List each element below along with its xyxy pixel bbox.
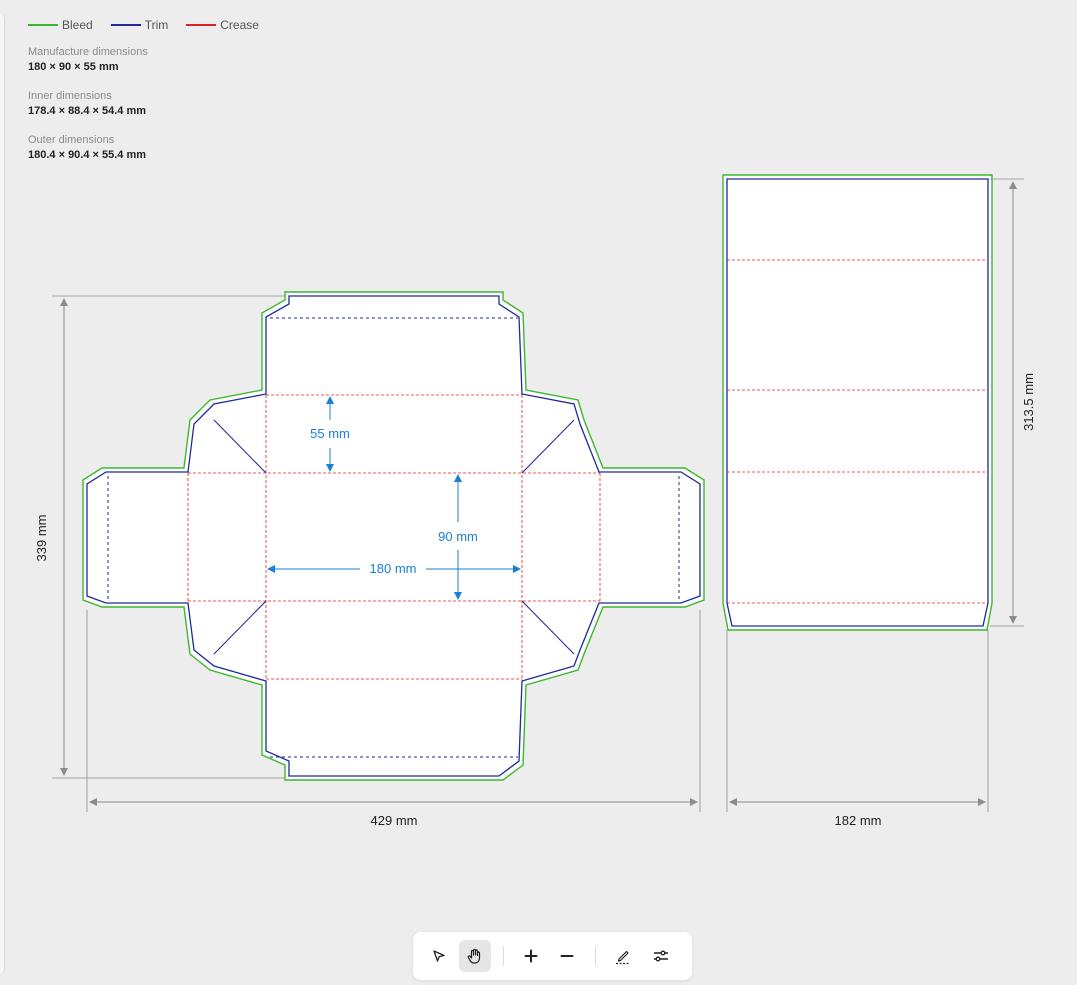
trim-outline: [86, 295, 701, 777]
pointer-icon: [433, 950, 445, 962]
pan-tool-button[interactable]: [459, 940, 491, 972]
sliders-icon: [654, 950, 668, 962]
design-canvas[interactable]: Bleed Trim Crease Manufacture dimensions…: [0, 0, 1077, 985]
inner-width-dimension-label: 180 mm: [370, 561, 417, 576]
hand-icon: [467, 948, 481, 964]
minus-icon: [560, 955, 574, 957]
overall-height-label: 339 mm: [34, 515, 49, 562]
sleeve-height-label: 313.5 mm: [1021, 373, 1036, 431]
toolbar-separator: [503, 946, 504, 966]
plus-icon: [524, 949, 538, 963]
depth-dimension-label: 55 mm: [310, 426, 350, 441]
canvas-toolbar: [413, 932, 692, 980]
zoom-out-button[interactable]: [551, 940, 583, 972]
settings-button[interactable]: [645, 940, 677, 972]
toolbar-separator: [595, 946, 596, 966]
select-tool-button[interactable]: [423, 940, 455, 972]
zoom-in-button[interactable]: [515, 940, 547, 972]
dieline-drawing: 339 mm 429 mm 55 mm 90 mm 180 mm 313.5 m…: [34, 174, 1037, 828]
overall-width-label: 429 mm: [371, 813, 418, 828]
sleeve-trim-outline: [726, 178, 989, 627]
annotate-button[interactable]: [607, 940, 639, 972]
inner-height-dimension-label: 90 mm: [438, 529, 478, 544]
sleeve-dieline: [722, 174, 993, 631]
pen-icon: [616, 950, 630, 965]
sleeve-width-label: 182 mm: [835, 813, 882, 828]
box-dieline: [82, 291, 705, 781]
